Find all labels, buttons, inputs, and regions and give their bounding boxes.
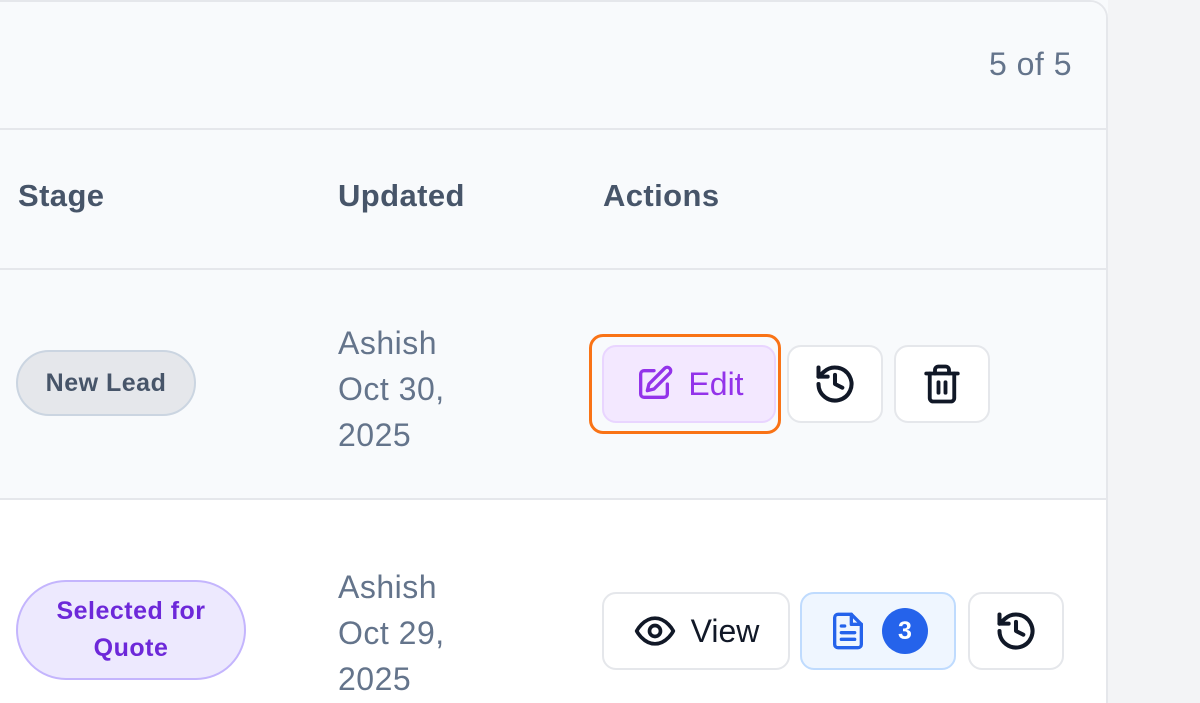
updated-date: Oct 29, xyxy=(338,615,445,651)
documents-button[interactable]: 3 xyxy=(800,592,956,670)
documents-count-badge: 3 xyxy=(882,608,928,654)
delete-button[interactable] xyxy=(894,345,990,423)
edit-button[interactable]: Edit xyxy=(602,345,776,423)
view-button[interactable]: View xyxy=(602,592,790,670)
updated-by: Ashish xyxy=(338,569,438,605)
updated-cell: Ashish Oct 29, 2025 xyxy=(338,564,558,702)
stage-badge: Selected for Quote xyxy=(16,580,246,680)
document-icon xyxy=(828,611,868,651)
stage-badge: New Lead xyxy=(16,350,196,416)
table-header-row: Stage Updated Actions xyxy=(0,130,1106,270)
table-row: New Lead Ashish Oct 30, 2025 Edit xyxy=(0,270,1106,500)
updated-by: Ashish xyxy=(338,325,438,361)
history-button[interactable] xyxy=(968,592,1064,670)
table-row: Selected for Quote Ashish Oct 29, 2025 V… xyxy=(0,500,1106,703)
column-header-actions: Actions xyxy=(603,178,720,213)
eye-icon xyxy=(633,609,677,653)
trash-icon xyxy=(921,363,963,405)
edit-button-label: Edit xyxy=(688,365,744,402)
edit-icon xyxy=(634,364,674,404)
history-button[interactable] xyxy=(787,345,883,423)
history-icon xyxy=(994,609,1038,653)
column-header-updated[interactable]: Updated xyxy=(338,178,465,214)
pagination-count: 5 of 5 xyxy=(988,46,1072,82)
page-gutter xyxy=(1108,0,1200,703)
view-button-label: View xyxy=(690,612,760,649)
leads-table-card: 5 of 5 Stage Updated Actions New Lead As… xyxy=(0,0,1108,703)
history-icon xyxy=(813,362,857,406)
table-toolbar: 5 of 5 xyxy=(0,2,1106,130)
column-header-stage[interactable]: Stage xyxy=(18,178,104,214)
updated-date: Oct 30, xyxy=(338,371,445,407)
updated-year: 2025 xyxy=(338,661,412,697)
updated-year: 2025 xyxy=(338,417,412,453)
updated-cell: Ashish Oct 30, 2025 xyxy=(338,320,558,458)
